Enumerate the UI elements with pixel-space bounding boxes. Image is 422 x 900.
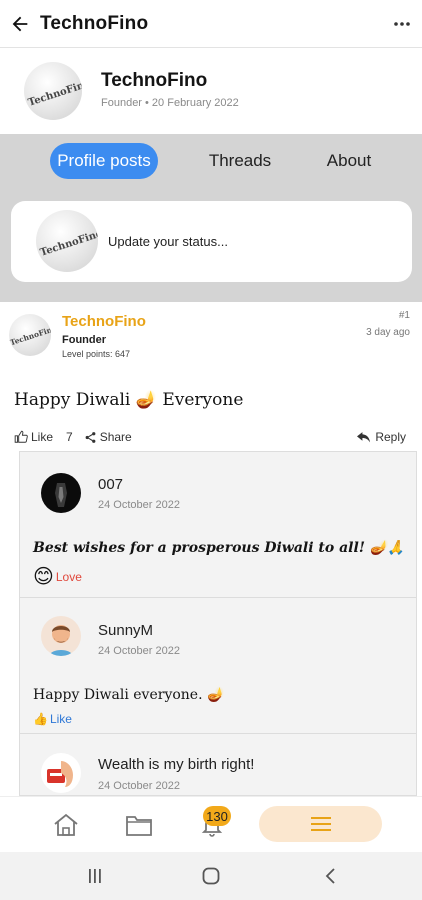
comment-author[interactable]: SunnyM — [98, 622, 153, 639]
post-actions: Like 7 Share — [14, 428, 132, 446]
profile-meta: Founder • 20 February 2022 — [101, 97, 239, 109]
system-back-icon[interactable] — [318, 864, 342, 888]
back-arrow-icon[interactable] — [0, 0, 40, 48]
post-author-avatar[interactable]: TechnoFino — [9, 314, 51, 356]
like-count[interactable]: 7 — [66, 430, 73, 444]
comment-text: Happy Diwali everyone. 🪔 — [33, 687, 225, 703]
menu-button[interactable] — [259, 806, 382, 842]
comment-item: Wealth is my birth right! 24 October 202… — [20, 734, 416, 795]
post-author-name[interactable]: TechnoFino — [62, 313, 146, 330]
system-navigation-bar — [0, 852, 422, 900]
notification-count-badge[interactable]: 130 — [203, 806, 231, 826]
status-input[interactable]: Update your status... — [108, 234, 228, 249]
comment-date: 24 October 2022 — [98, 645, 180, 657]
share-icon[interactable] — [84, 431, 97, 444]
avatar-logo-text: TechnoFino — [26, 78, 82, 109]
post-body: Happy Diwali 🪔 Everyone — [14, 390, 244, 410]
comments-list: 007 24 October 2022 Best wishes for a pr… — [19, 451, 417, 796]
profile-header: TechnoFino TechnoFino Founder • 20 Febru… — [0, 48, 422, 134]
post-author-role: Founder — [62, 334, 106, 346]
comment-reaction[interactable]: 😊 Love — [33, 567, 82, 587]
profile-avatar[interactable]: TechnoFino — [24, 62, 82, 120]
tab-threads[interactable]: Threads — [200, 143, 280, 179]
comment-avatar[interactable] — [41, 616, 81, 656]
recent-apps-icon[interactable] — [83, 864, 107, 888]
smiley-icon: 😊 — [33, 566, 54, 588]
home-circle-icon[interactable] — [199, 864, 223, 888]
thumbs-up-icon: 👍 — [33, 712, 48, 726]
comment-item: SunnyM 24 October 2022 Happy Diwali ever… — [20, 598, 416, 734]
comment-avatar[interactable] — [41, 753, 81, 793]
comment-avatar[interactable] — [41, 473, 81, 513]
status-avatar: TechnoFino — [36, 210, 98, 272]
reaction-label: Like — [49, 712, 72, 726]
like-icon[interactable] — [14, 430, 28, 444]
page-title: TechnoFino — [40, 12, 149, 34]
status-avatar-logo-text: TechnoFino — [38, 228, 98, 259]
comment-text: Best wishes for a prosperous Diwali to a… — [33, 540, 405, 556]
reply-icon[interactable] — [357, 431, 371, 443]
more-options-icon[interactable] — [390, 12, 414, 36]
post-avatar-logo-text: TechnoFino — [9, 323, 51, 348]
reaction-label: Love — [55, 570, 82, 584]
tab-about[interactable]: About — [318, 143, 380, 179]
comment-date: 24 October 2022 — [98, 780, 180, 792]
post-timestamp: 3 day ago — [366, 327, 410, 338]
like-button[interactable]: Like — [31, 430, 53, 444]
status-update-card[interactable]: TechnoFino Update your status... — [11, 201, 412, 282]
post-author-level: Level points: 647 — [62, 349, 131, 359]
comment-date: 24 October 2022 — [98, 499, 180, 511]
home-icon[interactable] — [52, 811, 80, 839]
folder-icon[interactable] — [125, 811, 153, 839]
comment-item: 007 24 October 2022 Best wishes for a pr… — [20, 452, 416, 598]
reply-action[interactable]: Reply — [357, 428, 406, 446]
comment-author[interactable]: Wealth is my birth right! — [98, 756, 254, 773]
reply-button[interactable]: Reply — [375, 430, 406, 444]
comment-author[interactable]: 007 — [98, 476, 123, 493]
hamburger-menu-icon — [310, 817, 331, 831]
share-button[interactable]: Share — [100, 430, 132, 444]
profile-name: TechnoFino — [101, 70, 208, 91]
tab-profile-posts[interactable]: Profile posts — [50, 143, 158, 179]
comment-reaction[interactable]: 👍 Like — [33, 712, 72, 726]
top-app-bar: TechnoFino — [0, 0, 422, 48]
post-number[interactable]: #1 — [399, 310, 410, 321]
